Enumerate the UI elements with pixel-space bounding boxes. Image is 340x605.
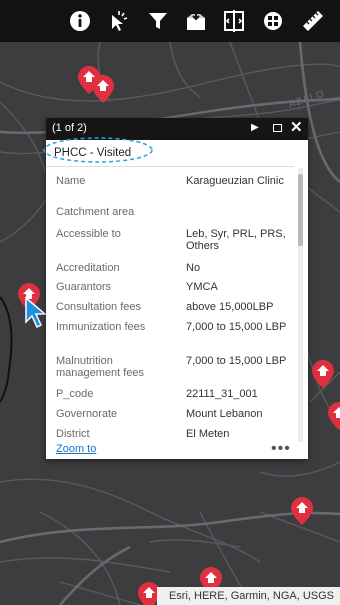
- basemap-gallery-icon: [264, 12, 282, 30]
- attribute-value: Mount Lebanon: [186, 408, 263, 420]
- attribute-name: Governorate: [56, 408, 118, 420]
- attribute-table[interactable]: Name Karagueuzian Clinic Catchment area …: [46, 168, 294, 442]
- attribute-value: El Meten: [186, 428, 230, 440]
- facility-marker[interactable]: [92, 75, 114, 103]
- compare-layers-icon: [224, 10, 244, 32]
- attribute-value: 7,000 to 15,000 LBP: [186, 321, 287, 333]
- attribute-value: No: [186, 262, 201, 274]
- attribute-name: Name: [56, 175, 86, 187]
- popup-scrollbar[interactable]: [298, 168, 303, 442]
- more-actions-button[interactable]: •••: [271, 440, 291, 458]
- facility-marker[interactable]: [291, 497, 313, 525]
- compare-layers-button[interactable]: [219, 6, 249, 36]
- map-toolbar: [0, 0, 340, 42]
- scrollbar-thumb[interactable]: [298, 174, 303, 246]
- attribute-name: Accreditation: [56, 262, 120, 274]
- add-data-icon: [187, 11, 205, 30]
- attribute-name: Immunization fees: [56, 321, 146, 333]
- attribute-name: Accessible to: [56, 228, 121, 240]
- basemap-gallery-button[interactable]: [258, 6, 288, 36]
- attribute-value: YMCA: [186, 281, 218, 293]
- attribute-value: above 15,000LBP: [186, 301, 274, 313]
- next-feature-button[interactable]: ▶: [251, 122, 259, 133]
- popup-title-bar: PHCC - Visited: [43, 137, 294, 167]
- facility-marker[interactable]: [328, 402, 340, 430]
- measure-button[interactable]: [298, 6, 328, 36]
- zoom-to-link[interactable]: Zoom to: [56, 443, 96, 455]
- filter-icon: [149, 13, 167, 29]
- attribute-name: Malnutrition management fees: [56, 355, 145, 379]
- filter-button[interactable]: [143, 6, 173, 36]
- feature-popup: (1 of 2) ▶ ✕ PHCC - Visited Name Karague…: [43, 118, 308, 459]
- info-button[interactable]: [65, 6, 95, 36]
- map-attribution: Esri, HERE, Garmin, NGA, USGS: [156, 587, 340, 605]
- attribute-name: Consultation fees: [56, 301, 141, 313]
- attribute-name: P_code: [56, 388, 94, 400]
- close-button[interactable]: ✕: [290, 119, 303, 137]
- maximize-button[interactable]: [273, 124, 282, 132]
- add-data-button[interactable]: [181, 6, 211, 36]
- mouse-cursor-icon: [25, 296, 48, 329]
- attribute-name: Catchment area: [56, 206, 135, 218]
- attribute-value: 7,000 to 15,000 LBP: [186, 355, 287, 367]
- popup-footer: Zoom to •••: [46, 440, 308, 459]
- popup-title: PHCC - Visited: [54, 147, 132, 159]
- feature-counter: (1 of 2): [52, 122, 87, 134]
- facility-marker[interactable]: [312, 360, 334, 388]
- select-cursor-icon: [112, 11, 128, 31]
- attribute-name: Guarantors: [56, 281, 112, 293]
- attribute-value: 22111_31_001: [186, 388, 258, 400]
- measure-ruler-icon: [303, 11, 323, 31]
- info-icon: [70, 11, 90, 31]
- attribute-name: District: [56, 428, 90, 440]
- attribute-value: Karagueuzian Clinic: [186, 175, 284, 187]
- select-button[interactable]: [105, 6, 135, 36]
- attribute-value: Leb, Syr, PRL, PRS, Others: [186, 228, 286, 252]
